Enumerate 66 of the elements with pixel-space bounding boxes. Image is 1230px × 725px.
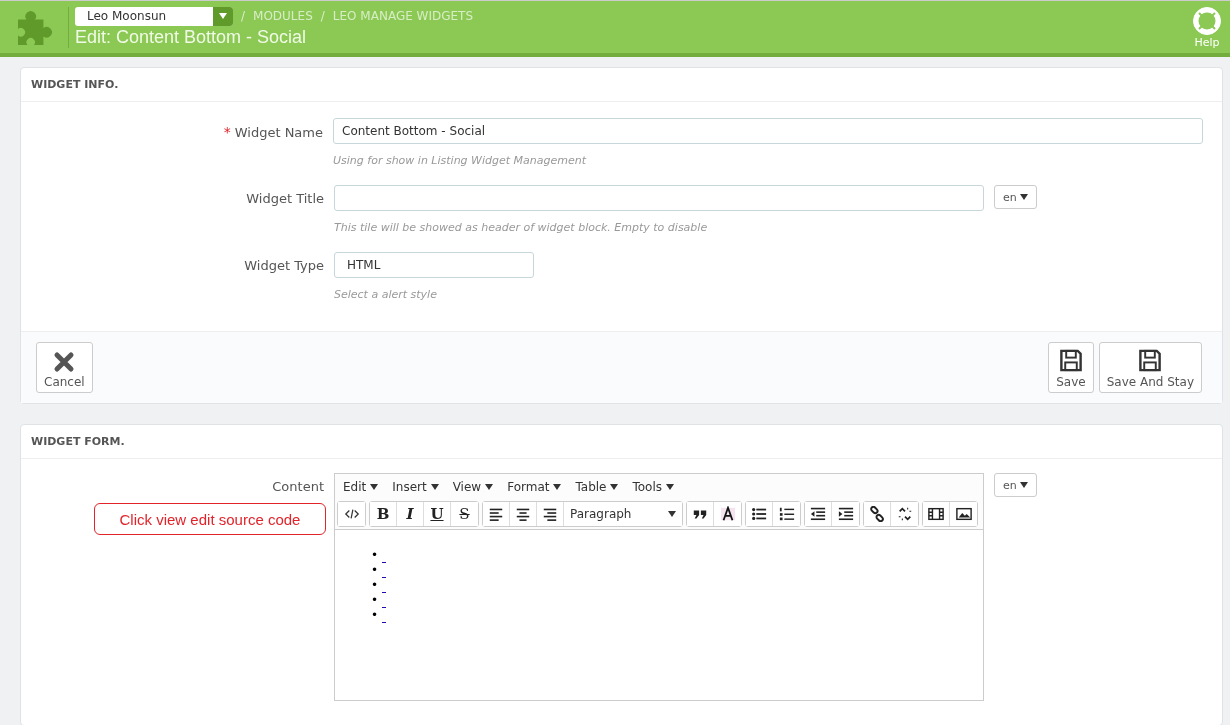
align-right-icon [542,506,558,522]
list-bullet: • [371,548,379,563]
image-icon [955,506,972,522]
list-bullet: • [371,593,379,608]
text-field[interactable]: Content Bottom - Social [333,118,1203,144]
caret-icon [219,13,227,19]
bold-button[interactable]: B [370,502,397,526]
text-color-icon [719,506,736,522]
field-label: Content [272,479,324,494]
code-icon [343,506,360,522]
bullets-button[interactable] [746,502,773,526]
panel-heading: WIDGET INFO. [21,68,1222,102]
caret-icon [370,484,379,490]
caret-icon [668,511,676,517]
caret-icon [1019,194,1028,200]
align-left-button[interactable] [483,502,510,526]
caret-icon [610,484,619,490]
align-left-icon [488,506,504,522]
numbered-list-icon [778,506,795,522]
bulleted-list-icon [751,506,767,522]
help-text: This tile will be showed as header of widget block. Empty to disable [334,221,709,234]
caret-icon [553,484,562,490]
quote-button[interactable] [687,502,714,526]
puzzle-icon [18,9,54,45]
editor-menu-item[interactable]: Insert [392,480,439,494]
breadcrumb-separator: / [241,9,246,23]
code-button[interactable] [338,502,365,526]
help-text: Select a alert style [334,288,438,301]
unlink-icon [896,506,913,522]
editor-menu-item[interactable]: Tools [632,480,675,494]
align-center-icon [515,506,531,522]
field-label: Widget Type [244,258,324,273]
editor-menu-item[interactable]: Table [575,480,619,494]
editor-menu-item[interactable]: Format [507,480,562,494]
caret-icon [1019,482,1028,488]
caret-icon [485,484,494,490]
close-icon [53,351,76,373]
help-text: Using for show in Listing Widget Management [333,154,588,167]
panel-heading: WIDGET FORM. [21,425,1222,459]
callout-annotation: Click view edit source code [94,503,326,535]
field-label: Widget Name [234,125,323,140]
media-button[interactable] [923,502,950,526]
list-bullet: • [371,608,379,623]
cancel-button[interactable]: Cancel [36,342,93,393]
list-bullet: • [371,578,379,593]
editor-menu-item[interactable]: Edit [343,480,379,494]
outdent-button[interactable] [805,502,832,526]
field-label: Widget Title [246,191,324,206]
save-button[interactable]: Save And Stay [1098,342,1202,393]
breadcrumb-separator: / [320,9,325,23]
editor-menu-item[interactable]: View [452,480,494,494]
indent-icon [837,506,854,522]
link-button[interactable] [864,502,891,526]
shop-select[interactable]: Leo Moonsun [75,6,233,26]
save-button[interactable]: Save [1048,342,1094,393]
language-dropdown[interactable]: en [994,185,1037,209]
caret-icon [666,484,675,490]
text-field[interactable]: HTML [334,252,534,278]
list-bullet: • [371,563,379,578]
required-mark: * [223,124,231,140]
link-icon [869,506,885,522]
caret-icon [430,484,439,490]
outdent-icon [810,506,826,522]
page-title: Edit: Content Bottom - Social [75,26,308,48]
language-dropdown[interactable]: en [994,473,1037,497]
film-icon [928,506,944,522]
